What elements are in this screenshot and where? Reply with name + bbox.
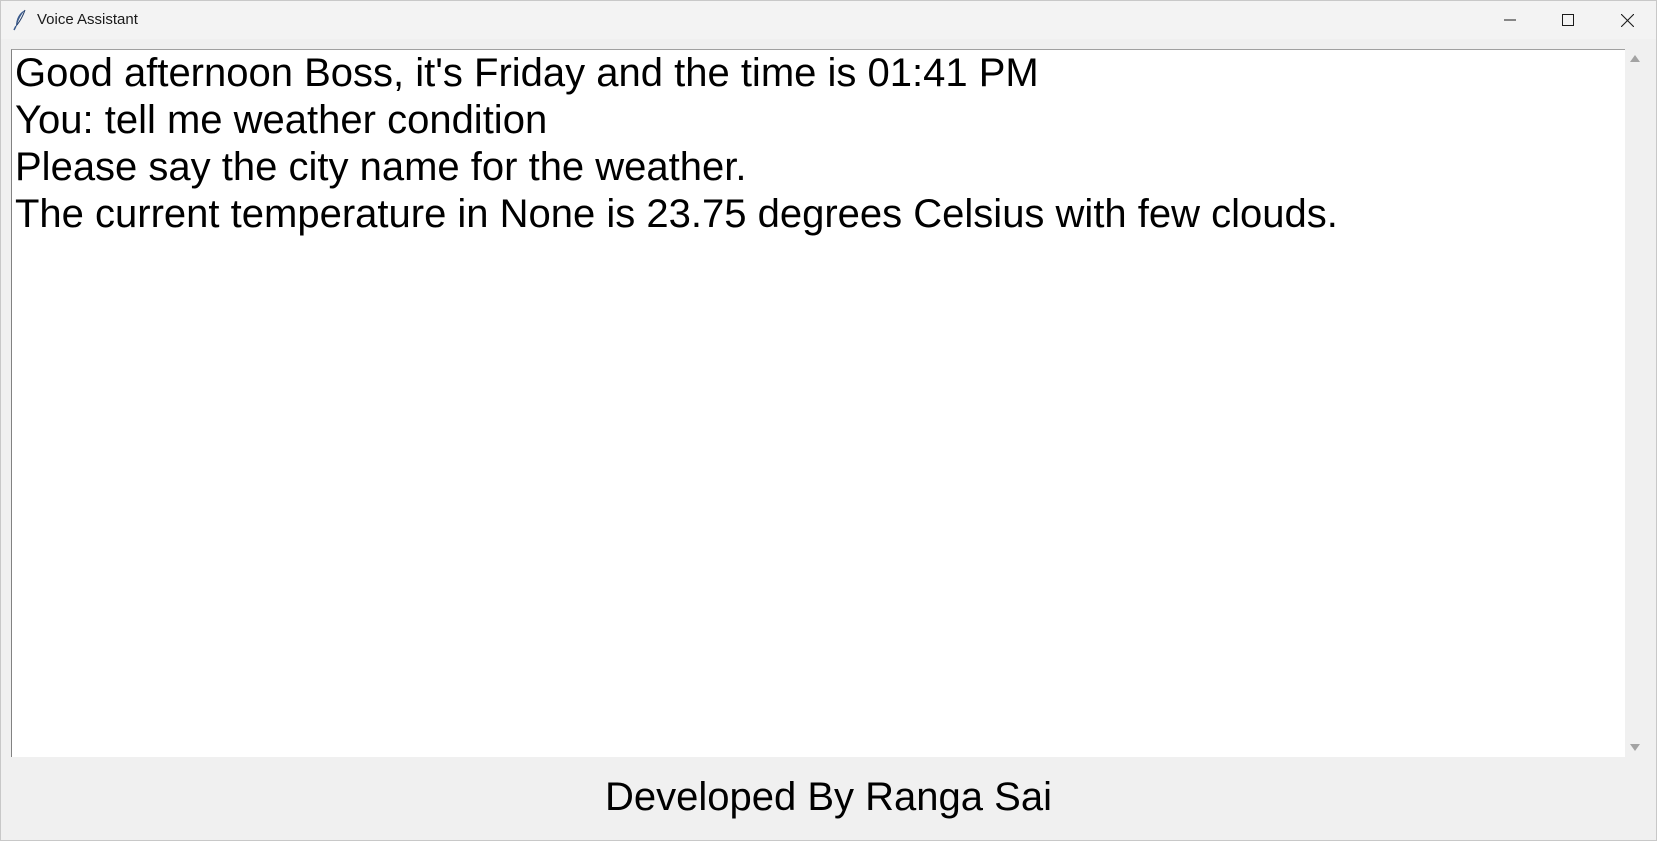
app-window: Voice Assistant Good afternoon Boss, it'… — [0, 0, 1657, 841]
developer-credit: Developed By Ranga Sai — [605, 775, 1052, 819]
greeting-line: Good afternoon Boss, it's Friday and the… — [15, 51, 1039, 95]
maximize-icon — [1562, 14, 1574, 26]
weather-result-line: The current temperature in None is 23.75… — [15, 192, 1338, 236]
minimize-button[interactable] — [1481, 1, 1539, 39]
conversation-text-area[interactable]: Good afternoon Boss, it's Friday and the… — [11, 49, 1625, 757]
assistant-prompt-line: Please say the city name for the weather… — [15, 145, 747, 189]
close-icon — [1620, 13, 1634, 27]
scroll-up-arrow-icon[interactable] — [1630, 55, 1640, 62]
minimize-icon — [1504, 19, 1516, 21]
vertical-scrollbar[interactable] — [1625, 49, 1645, 757]
scroll-down-arrow-icon[interactable] — [1630, 744, 1640, 751]
footer: Developed By Ranga Sai — [1, 757, 1656, 840]
feather-icon — [13, 9, 27, 31]
title-bar[interactable]: Voice Assistant — [1, 1, 1656, 39]
close-button[interactable] — [1598, 1, 1656, 39]
maximize-button[interactable] — [1539, 1, 1597, 39]
user-command-line: You: tell me weather condition — [15, 98, 548, 142]
window-title: Voice Assistant — [37, 11, 138, 28]
